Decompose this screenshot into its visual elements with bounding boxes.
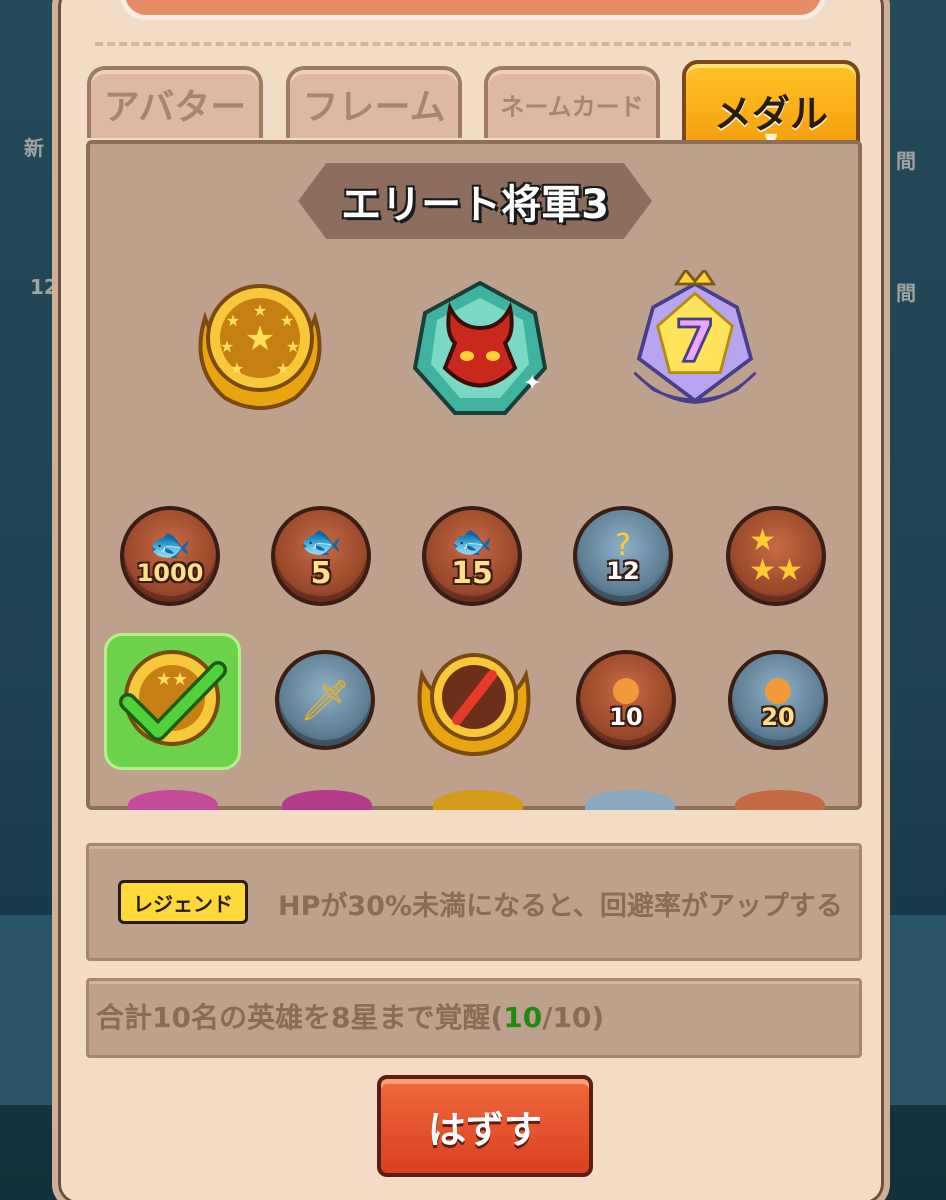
- tab-namecard[interactable]: ネームカード: [484, 66, 660, 138]
- medal-fish-1000[interactable]: 🐟 1000: [120, 506, 220, 606]
- laurel-blade-medal-icon[interactable]: [412, 645, 536, 760]
- content-bottom-mask: [86, 810, 862, 840]
- svg-text:★: ★: [220, 337, 234, 356]
- background-label: 間: [896, 149, 916, 173]
- medal-condition-text: 合計10名の英雄を8星まで覚醒(10/10): [96, 996, 604, 1036]
- medal-count: 10: [609, 703, 643, 731]
- medal-title-plate: エリート将軍3: [298, 163, 652, 239]
- svg-text:★★: ★★: [156, 669, 188, 690]
- svg-text:7: 7: [675, 307, 715, 375]
- medal-count: 12: [606, 556, 640, 585]
- medal-three-stars[interactable]: ★ ★★: [726, 506, 826, 606]
- laurel-medal-icon: ★ ★ ★ ★ ★ ★ ★ ★: [198, 284, 322, 410]
- medal-count: 15: [451, 555, 493, 591]
- background-label: 新: [24, 136, 44, 160]
- medal-fish-15[interactable]: 🐟 15: [422, 506, 522, 606]
- crown-seven-medal-icon: 7: [633, 270, 757, 404]
- unequip-button[interactable]: はずす: [377, 1075, 593, 1177]
- condition-total: /10): [542, 1001, 605, 1034]
- three-stars-icon: ★ ★★: [749, 523, 803, 588]
- svg-text:★: ★: [280, 311, 294, 330]
- medal-count: 5: [310, 555, 332, 591]
- svg-text:★: ★: [286, 337, 300, 356]
- background-label: 間: [896, 281, 916, 305]
- medal-count: 20: [761, 703, 795, 731]
- svg-text:★: ★: [245, 319, 275, 359]
- svg-text:✦: ✦: [523, 371, 541, 396]
- svg-text:★: ★: [276, 359, 290, 378]
- demon-medal-icon: ✦: [412, 280, 548, 415]
- tab-frame[interactable]: フレーム: [286, 66, 462, 138]
- medal-fishing-12[interactable]: ? 12: [573, 506, 673, 606]
- medal-hero-20[interactable]: ● 20: [728, 650, 828, 750]
- tab-avatar[interactable]: アバター: [87, 66, 263, 138]
- sword-icon: 🗡: [299, 677, 351, 724]
- svg-text:★: ★: [253, 301, 267, 320]
- divider: [95, 42, 851, 46]
- medal-title: エリート将軍3: [341, 182, 609, 228]
- condition-label: 合計10名の英雄を8星まで覚醒(: [96, 1001, 504, 1034]
- svg-text:★: ★: [230, 359, 244, 378]
- medal-effect-text: HPが30%未満になると、回避率がアップする: [278, 891, 843, 922]
- medal-fish-5[interactable]: 🐟 5: [271, 506, 371, 606]
- condition-progress: 10: [503, 1001, 543, 1034]
- top-bar: [120, 0, 826, 20]
- selected-laurel-medal[interactable]: ★★: [110, 640, 235, 765]
- svg-text:★: ★: [226, 311, 240, 330]
- rarity-badge: レジェンド: [118, 880, 248, 924]
- medal-hero-10[interactable]: ● 10: [576, 650, 676, 750]
- medal-sword[interactable]: 🗡: [275, 650, 375, 750]
- medal-count: 1000: [136, 559, 204, 587]
